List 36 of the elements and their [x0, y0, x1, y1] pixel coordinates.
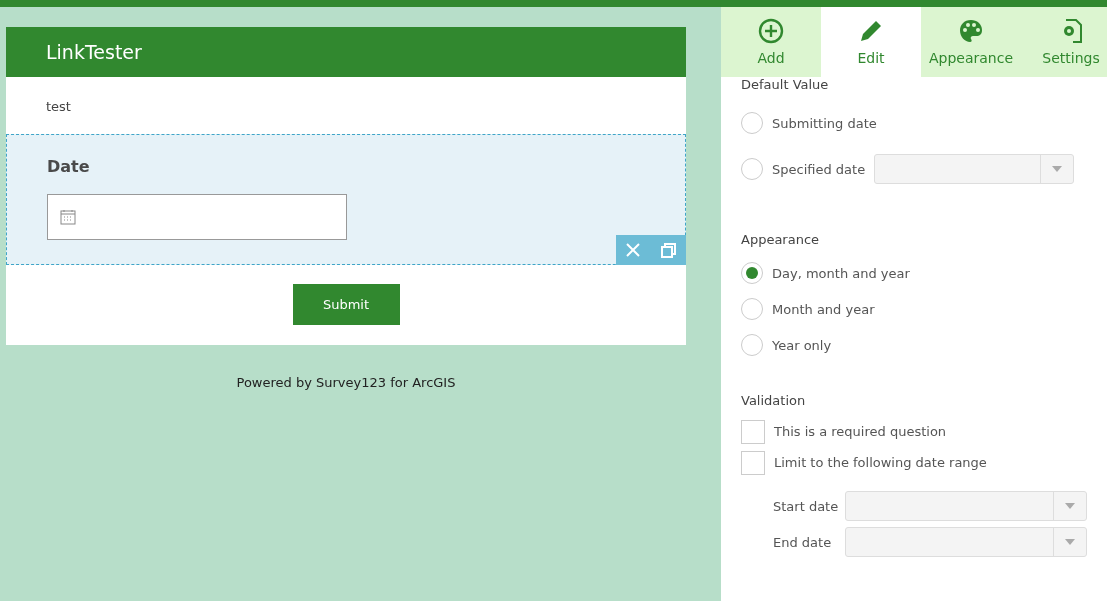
question-label: Date [47, 157, 91, 176]
date-select[interactable] [844, 491, 1087, 521]
calendar-icon [60, 209, 76, 225]
form-title: LinkTester [6, 27, 686, 77]
option-label: Day, month and year [772, 265, 910, 281]
submit-button[interactable]: Submit [292, 284, 400, 325]
palette-icon [958, 18, 984, 44]
option-label: Year only [772, 337, 832, 353]
section-heading: Default Value [741, 77, 830, 92]
question-card[interactable]: Date [6, 134, 686, 265]
pencil-icon [858, 18, 884, 44]
caret-icon [1065, 539, 1075, 545]
option-label: Submitting date [772, 115, 877, 131]
caret-icon [1052, 166, 1063, 172]
caret-icon [1065, 503, 1075, 509]
section-heading: Appearance [741, 232, 821, 247]
tab[interactable]: Add [721, 7, 821, 77]
copy-icon[interactable] [660, 242, 676, 258]
checkbox[interactable] [741, 419, 765, 444]
range-label: Start date [773, 498, 840, 514]
date-select[interactable] [874, 154, 1075, 184]
range-label: End date [773, 534, 833, 550]
section-heading: Validation [741, 393, 807, 408]
checkbox[interactable] [741, 450, 765, 475]
option-label: This is a required question [774, 424, 947, 439]
form-description: test [45, 98, 72, 116]
option-label: Specified date [772, 161, 866, 177]
option-label: Limit to the following date range [774, 455, 987, 470]
date-field[interactable] [47, 194, 347, 240]
tab[interactable]: Settings [1021, 7, 1107, 77]
close-icon[interactable] [626, 243, 641, 257]
date-select[interactable] [844, 527, 1087, 557]
plus-circle-icon [758, 18, 784, 44]
footer-text: Powered by Survey123 for ArcGIS [235, 375, 457, 390]
tab[interactable]: Appearance [921, 7, 1021, 77]
option-label: Month and year [772, 301, 875, 317]
